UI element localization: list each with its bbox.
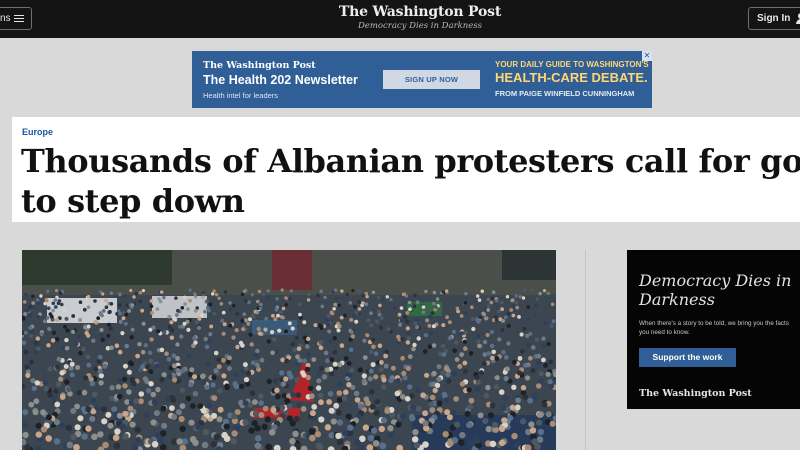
crowd-photo-image [22,250,556,450]
site-tagline: Democracy Dies in Darkness [357,21,483,31]
sign-in-button[interactable]: Sign In [748,7,800,30]
ad-sign-up-button[interactable]: SIGN UP NOW [383,70,480,89]
user-icon [796,13,800,24]
promo-title: Democracy Dies in Darkness [639,271,792,309]
promo-logo: The Washington Post [639,388,752,399]
ad-tagline-1: YOUR DAILY GUIDE TO WASHINGTON'S [495,60,649,69]
article-headline: Thousands of Albanian protesters call fo… [21,142,800,220]
ad-title: The Health 202 Newsletter [203,73,358,87]
column-divider [585,250,586,450]
masthead: The Washington Post Democracy Dies in Da… [0,4,800,31]
lead-photo[interactable] [22,250,556,450]
promo-text: When there's a story to be told, we brin… [639,320,789,336]
sign-in-label: Sign In [757,13,791,24]
top-nav: ns The Washington Post Democracy Dies in… [0,0,800,38]
newsletter-ad-banner[interactable]: ✕ The Washington Post The Health 202 New… [192,51,652,108]
ad-author: FROM PAIGE WINFIELD CUNNINGHAM [495,89,635,98]
article-header: Europe Thousands of Albanian protesters … [12,117,800,222]
ad-tagline-2: HEALTH-CARE DEBATE. [495,70,648,85]
site-logo[interactable]: The Washington Post [0,4,800,20]
support-the-work-button[interactable]: Support the work [639,348,736,367]
democracy-promo: Democracy Dies in Darkness When there's … [627,250,800,409]
ad-logo: The Washington Post [203,60,316,71]
ad-subtitle: Health intel for leaders [203,91,279,100]
section-kicker-link[interactable]: Europe [22,127,53,137]
